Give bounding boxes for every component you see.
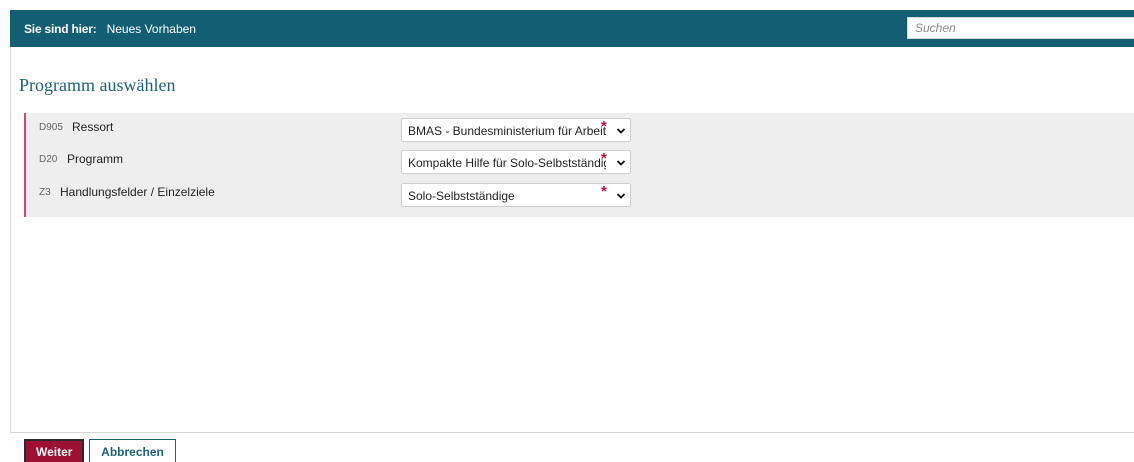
programm-select[interactable]: Kompakte Hilfe für Solo-Selbstständige * xyxy=(401,150,631,174)
ressort-select[interactable]: BMAS - Bundesministerium für Arbeit und … xyxy=(401,118,631,142)
field-label: Ressort xyxy=(72,120,114,134)
weiter-button[interactable]: Weiter xyxy=(24,439,84,462)
page-title: Programm auswählen xyxy=(19,75,176,95)
required-icon: * xyxy=(601,118,607,135)
breadcrumb-label: Sie sind hier: xyxy=(24,21,97,36)
chevron-down-icon xyxy=(616,193,626,199)
form-panel: D905 Ressort BMAS - Bundesministerium fü… xyxy=(24,113,1134,217)
select-value: BMAS - Bundesministerium für Arbeit und … xyxy=(408,124,606,138)
breadcrumb-current[interactable]: Neues Vorhaben xyxy=(107,22,196,36)
handlungsfelder-select[interactable]: Solo-Selbstständige * xyxy=(401,183,631,207)
select-value: Kompakte Hilfe für Solo-Selbstständige xyxy=(408,156,606,170)
footer-divider xyxy=(10,432,1134,433)
search-input[interactable] xyxy=(907,17,1134,39)
field-code: D905 xyxy=(39,122,63,133)
required-icon: * xyxy=(601,150,607,167)
form-row-ressort: D905 Ressort BMAS - Bundesministerium fü… xyxy=(26,118,1134,142)
header-bar: Sie sind hier: Neues Vorhaben xyxy=(10,10,1134,47)
field-code: Z3 xyxy=(39,187,51,198)
content-area: Programm auswählen D905 Ressort BMAS - B… xyxy=(10,47,1134,433)
form-row-handlungsfelder: Z3 Handlungsfelder / Einzelziele Solo-Se… xyxy=(26,183,1134,207)
field-code: D20 xyxy=(39,154,58,165)
page: Sie sind hier: Neues Vorhaben Programm a… xyxy=(0,0,1134,462)
required-icon: * xyxy=(601,183,607,200)
field-label: Programm xyxy=(67,152,124,166)
chevron-down-icon xyxy=(616,160,626,166)
select-value: Solo-Selbstständige xyxy=(408,189,515,203)
field-label: Handlungsfelder / Einzelziele xyxy=(60,185,215,199)
abbrechen-button[interactable]: Abbrechen xyxy=(89,439,176,462)
chevron-down-icon xyxy=(616,128,626,134)
form-row-programm: D20 Programm Kompakte Hilfe für Solo-Sel… xyxy=(26,150,1134,174)
